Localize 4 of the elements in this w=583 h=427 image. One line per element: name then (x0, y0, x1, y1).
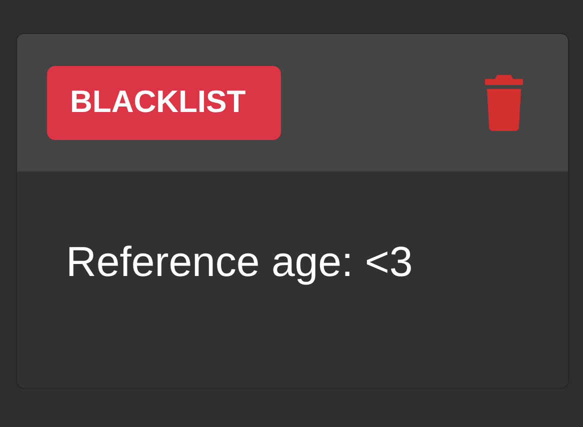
trash-icon (484, 74, 524, 130)
delete-button[interactable] (484, 74, 524, 130)
reference-age-text: Reference age: <3 (66, 238, 413, 285)
blacklist-badge: BLACKLIST (47, 66, 281, 140)
